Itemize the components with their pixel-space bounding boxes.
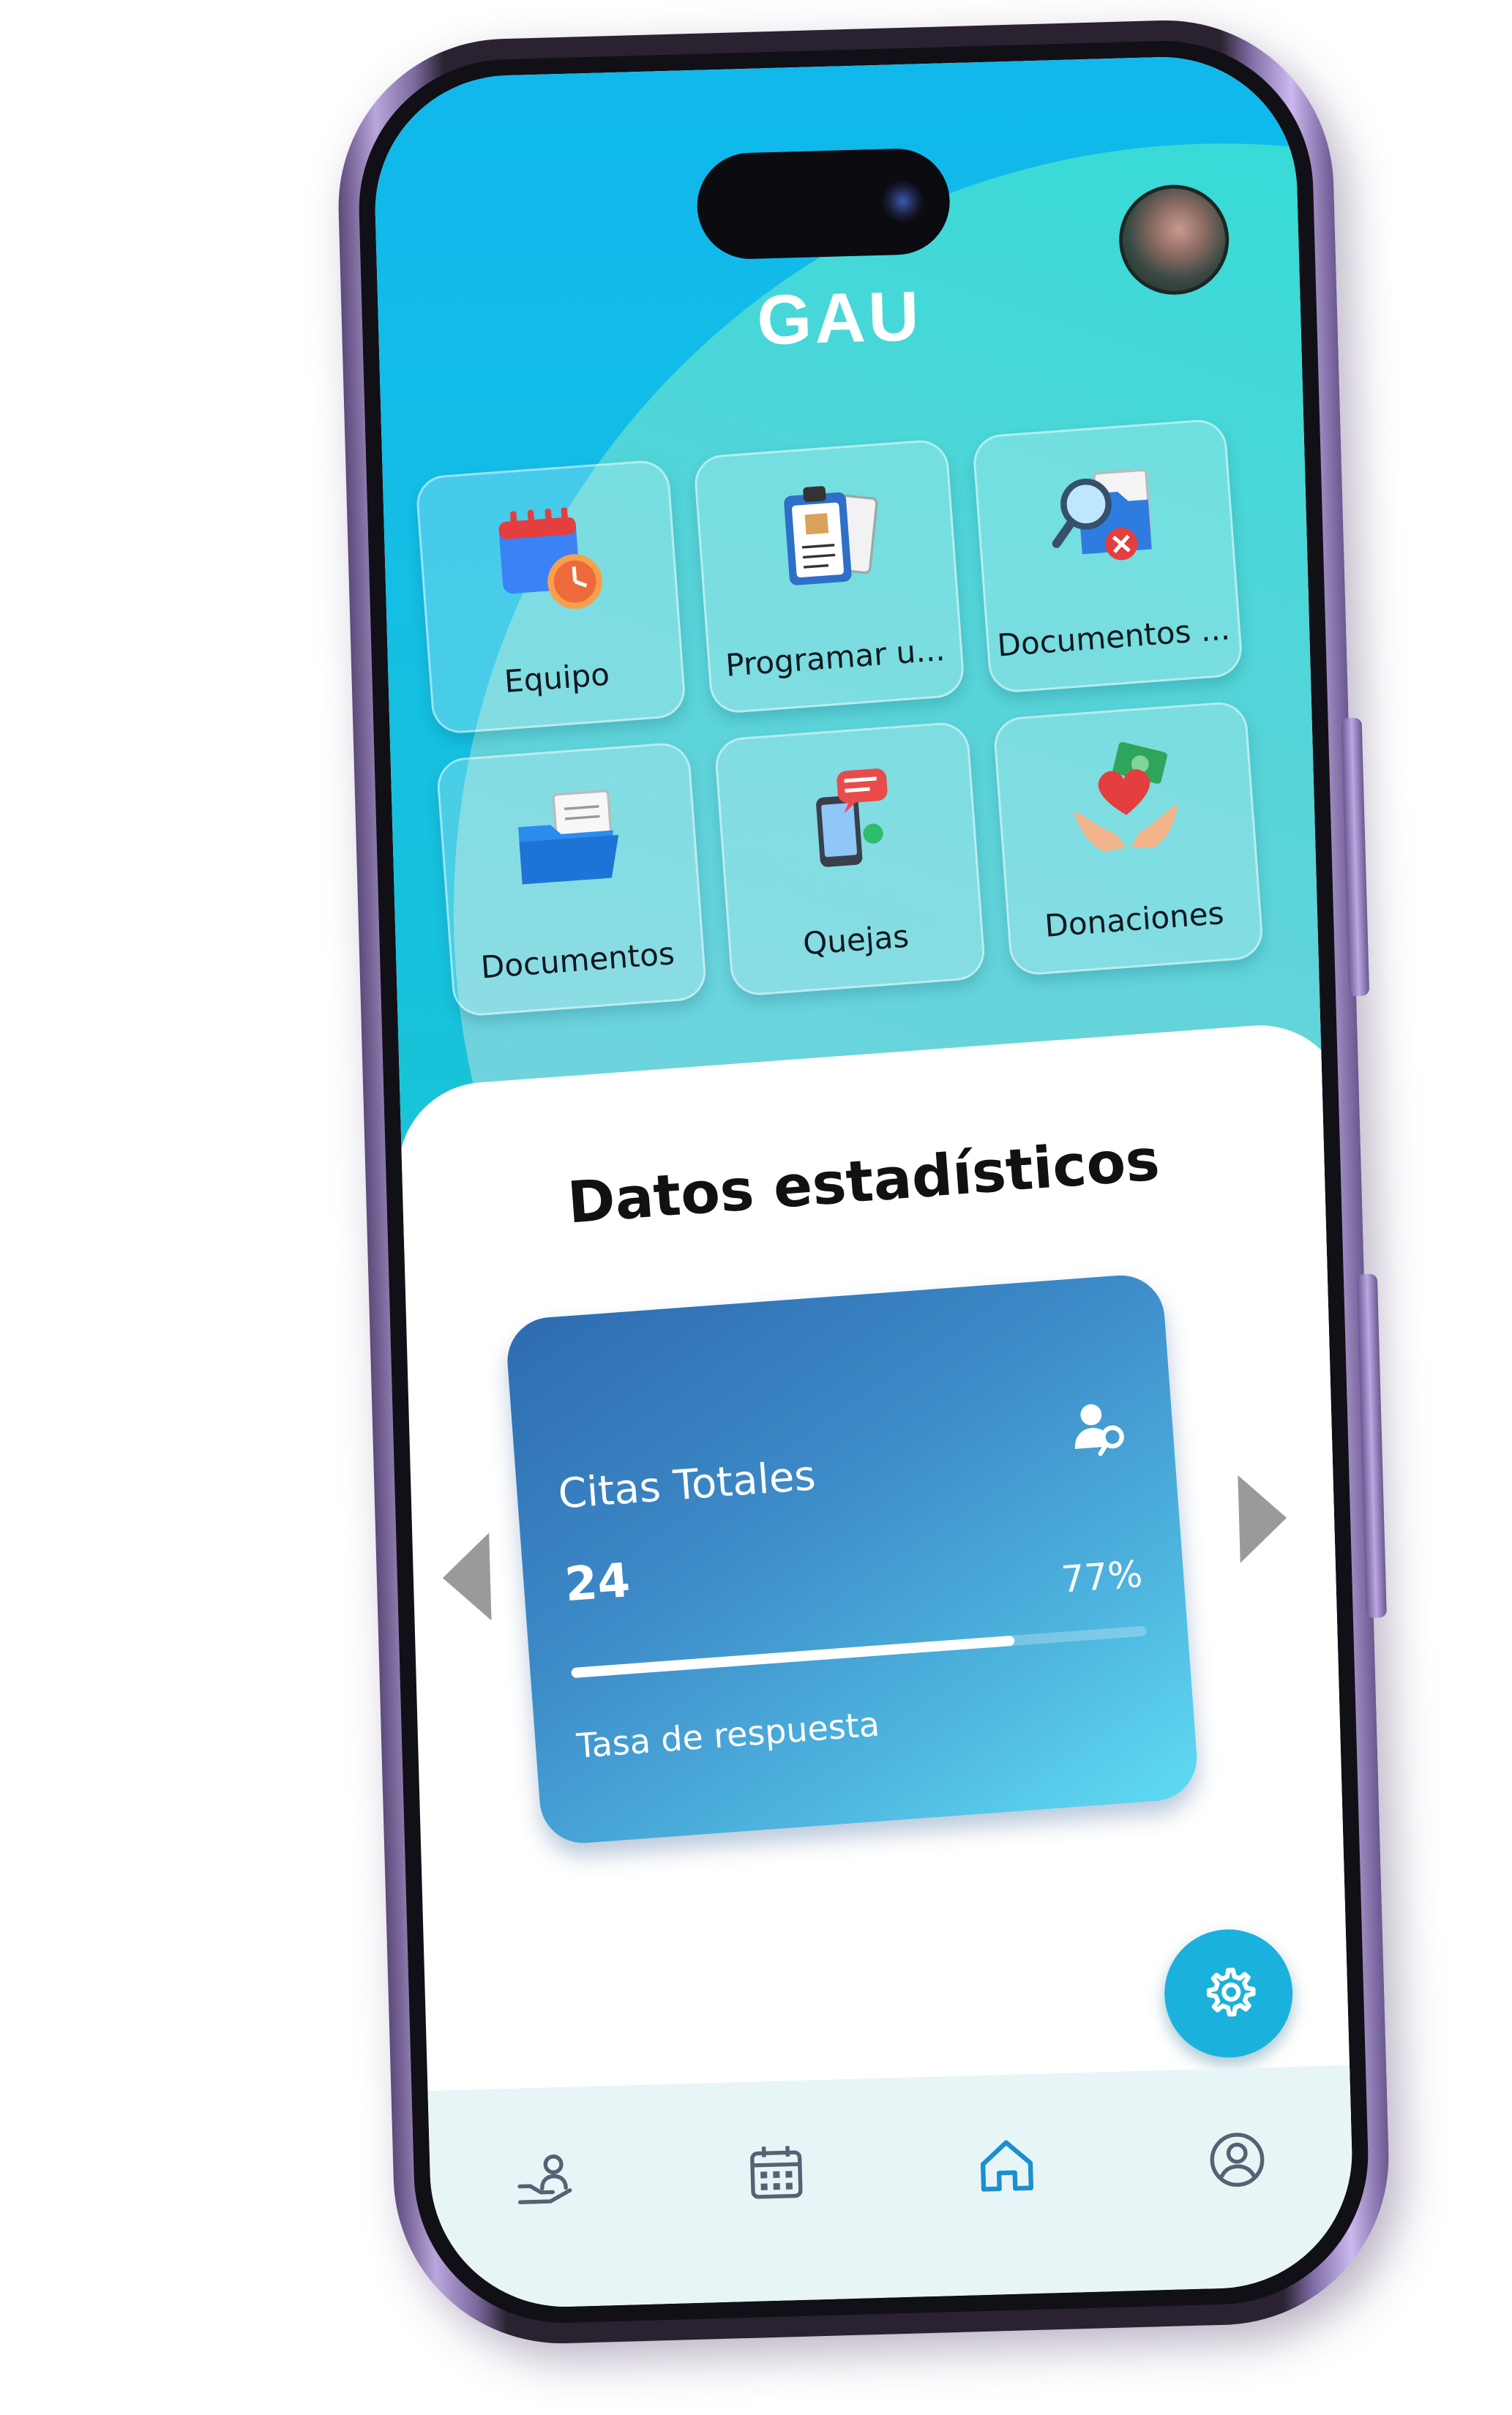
home-icon — [980, 2140, 1033, 2192]
folder-icon — [517, 790, 618, 885]
gear-icon — [1206, 1967, 1256, 2017]
stats-label: Citas Totales — [556, 1452, 817, 1519]
calendar-icon — [749, 2146, 803, 2199]
user-key-icon — [1074, 1404, 1124, 1456]
phone-frame: GAU Equipo Programar u... Documentos ...… — [334, 15, 1393, 2348]
carousel-prev-button[interactable] — [441, 1532, 492, 1622]
document-search-icon — [1052, 468, 1153, 561]
dynamic-island — [695, 147, 951, 261]
hand-user-icon — [517, 2154, 572, 2204]
response-rate-progress-fill — [571, 1635, 1015, 1679]
tile-programar[interactable]: Programar u... — [692, 438, 966, 715]
tile-label: Programar u... — [724, 631, 946, 684]
phone-screen: GAU Equipo Programar u... Documentos ...… — [371, 53, 1356, 2310]
nav-item-servicios[interactable] — [512, 2145, 579, 2212]
front-camera — [880, 179, 926, 224]
side-button-volume — [1356, 1273, 1387, 1619]
response-rate-progress — [571, 1625, 1148, 1679]
tile-label: Documentos ... — [995, 610, 1232, 664]
menu-grid: Equipo Programar u... Documentos ... Doc… — [414, 418, 1265, 1018]
profile-icon — [1210, 2133, 1264, 2187]
phone-bezel: GAU Equipo Programar u... Documentos ...… — [355, 37, 1372, 2327]
side-button-power — [1341, 717, 1370, 997]
bottom-navigation — [427, 2064, 1356, 2310]
tile-label: Quejas — [801, 918, 910, 962]
carousel-next-button[interactable] — [1238, 1474, 1288, 1563]
stats-card[interactable]: Citas Totales 24 77% Tasa de respuesta — [504, 1272, 1200, 1846]
stats-percent: 77% — [1059, 1552, 1145, 1601]
stats-subtitle: Tasa de respuesta — [575, 1704, 881, 1766]
tile-label: Equipo — [503, 656, 611, 700]
hands-heart-money-icon — [1074, 741, 1178, 852]
tile-label: Donaciones — [1043, 895, 1225, 944]
tile-quejas[interactable]: Quejas — [714, 720, 987, 997]
tile-label: Documentos — [479, 935, 676, 986]
nav-item-inicio[interactable] — [973, 2133, 1040, 2200]
tile-equipo[interactable]: Equipo — [414, 458, 687, 735]
tile-donaciones[interactable]: Donaciones — [992, 700, 1265, 977]
phone-message-icon — [816, 768, 888, 867]
calendar-clock-icon — [498, 507, 602, 610]
nav-item-perfil[interactable] — [1203, 2126, 1270, 2193]
nav-item-calendario[interactable] — [742, 2139, 809, 2206]
tile-documentos-busqueda[interactable]: Documentos ... — [971, 418, 1244, 694]
clipboard-documents-icon — [784, 486, 878, 585]
tile-documentos[interactable]: Documentos — [435, 741, 708, 1018]
stats-value: 24 — [563, 1554, 632, 1613]
